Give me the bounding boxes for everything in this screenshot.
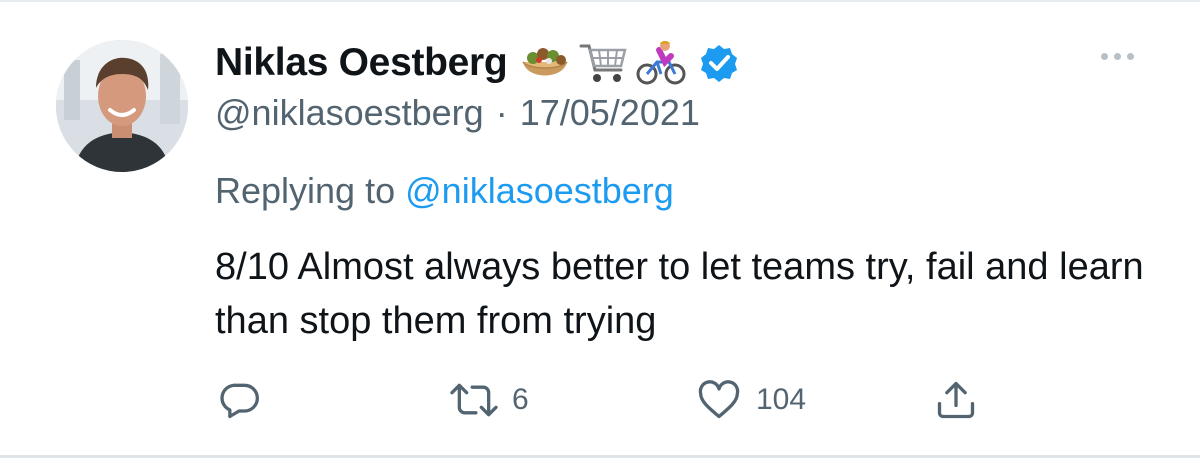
- woman-biking-emoji: [635, 40, 687, 86]
- reply-button[interactable]: [217, 370, 261, 430]
- like-count: 104: [756, 383, 807, 416]
- like-button[interactable]: 104: [696, 370, 806, 430]
- tweet-date[interactable]: 17/05/2021: [520, 92, 700, 133]
- falafel-wrap-emoji: [519, 40, 571, 86]
- heart-icon: [698, 380, 740, 419]
- replying-prefix: Replying to: [215, 170, 396, 211]
- retweet-icon: [450, 383, 498, 417]
- tweet-header: Niklas Oestberg: [215, 38, 739, 88]
- action-bar: 6 104: [0, 370, 1200, 430]
- retweet-button[interactable]: 6: [450, 370, 529, 430]
- user-handle[interactable]: @niklasoestberg: [215, 92, 484, 133]
- share-button[interactable]: [934, 370, 978, 430]
- more-options-icon[interactable]: [1092, 44, 1142, 68]
- share-icon: [937, 381, 975, 419]
- shopping-cart-emoji: [577, 40, 629, 86]
- reply-icon: [220, 383, 259, 419]
- display-name[interactable]: Niklas Oestberg: [215, 41, 508, 85]
- retweet-count: 6: [512, 383, 529, 416]
- tweet-card[interactable]: Niklas Oestberg @niklasoestberg · 17/05/…: [0, 0, 1200, 458]
- replying-to-mention[interactable]: @niklasoestberg: [405, 170, 674, 211]
- verified-badge-icon: [699, 43, 739, 83]
- handle-and-date: @niklasoestberg · 17/05/2021: [215, 92, 700, 134]
- top-divider: [0, 0, 1200, 2]
- tweet-text: 8/10 Almost always better to let teams t…: [215, 246, 1144, 342]
- separator-dot: ·: [495, 92, 508, 133]
- avatar[interactable]: [56, 40, 188, 172]
- replying-to-line: Replying to @niklasoestberg: [215, 170, 674, 212]
